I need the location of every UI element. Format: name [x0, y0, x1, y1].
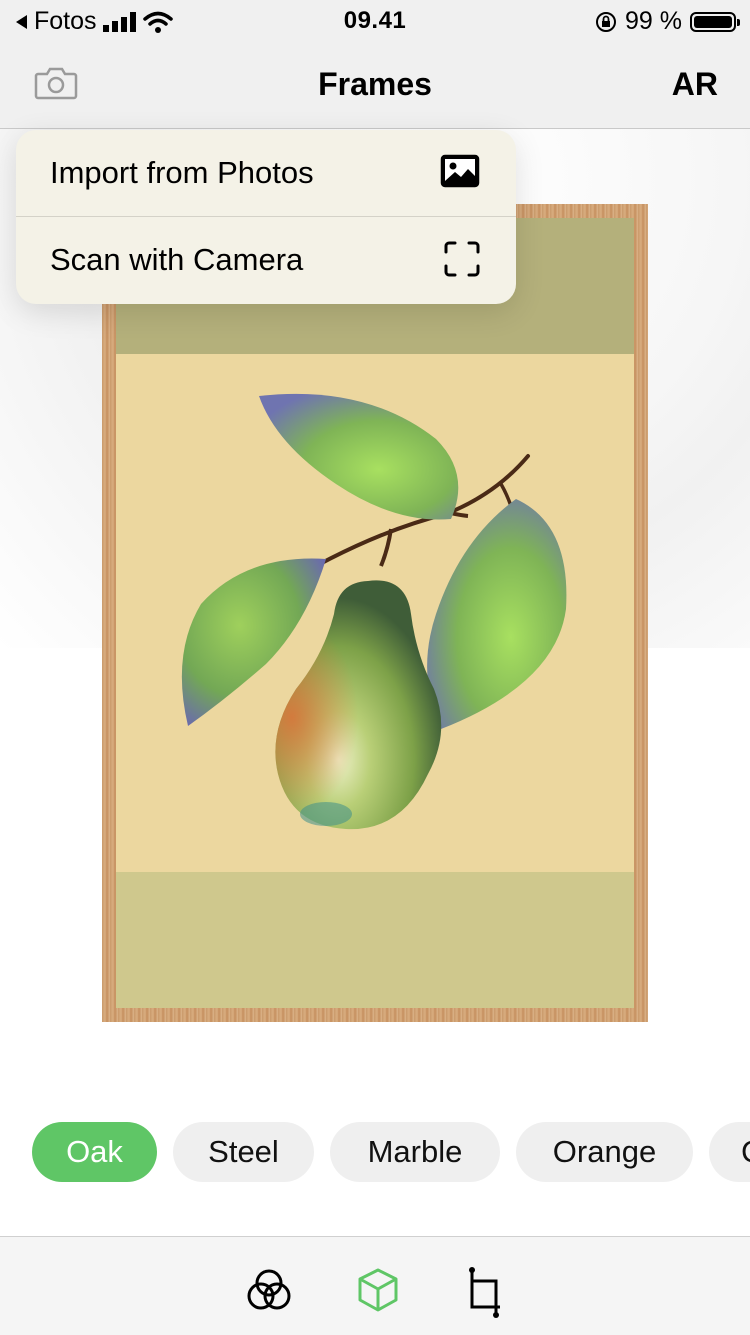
rotation-lock-icon: [596, 11, 617, 32]
poster-bottom-band: [116, 872, 634, 1008]
photo-icon: [440, 154, 480, 188]
menu-item-label: Import from Photos: [50, 155, 314, 190]
tab-filters[interactable]: [246, 1267, 292, 1318]
pear-illustration: [181, 393, 567, 830]
import-menu: Import from Photos Scan with Camera: [16, 130, 516, 304]
filters-icon: [247, 1269, 291, 1310]
tab-crop[interactable]: [466, 1267, 504, 1324]
navigation-bar: Frames AR: [0, 40, 750, 129]
ar-button[interactable]: AR: [672, 66, 718, 103]
tab-frames[interactable]: [356, 1267, 400, 1318]
chip-marble[interactable]: Marble: [330, 1122, 500, 1182]
artwork-poster: [116, 218, 634, 1008]
chip-steel[interactable]: Steel: [173, 1122, 314, 1182]
scan-icon: [444, 241, 480, 277]
menu-item-scan-camera[interactable]: Scan with Camera: [16, 216, 516, 303]
chip-partial[interactable]: C: [709, 1122, 750, 1182]
status-bar: Fotos 09.41 99 %: [0, 0, 750, 40]
battery-icon: [690, 11, 740, 32]
menu-item-label: Scan with Camera: [50, 242, 304, 277]
tab-bar: [0, 1236, 750, 1335]
chip-orange[interactable]: Orange: [516, 1122, 693, 1182]
battery-percent: 99 %: [625, 7, 682, 35]
status-right: 99 %: [595, 7, 740, 36]
frame-options: Oak Steel Marble Orange C: [0, 1122, 750, 1182]
page-title: Frames: [318, 66, 432, 102]
cube-icon: [358, 1268, 398, 1312]
crop-icon: [469, 1267, 500, 1318]
chip-oak[interactable]: Oak: [32, 1122, 157, 1182]
artwork-frame[interactable]: [102, 204, 648, 1022]
menu-item-import-photos[interactable]: Import from Photos: [16, 130, 516, 216]
